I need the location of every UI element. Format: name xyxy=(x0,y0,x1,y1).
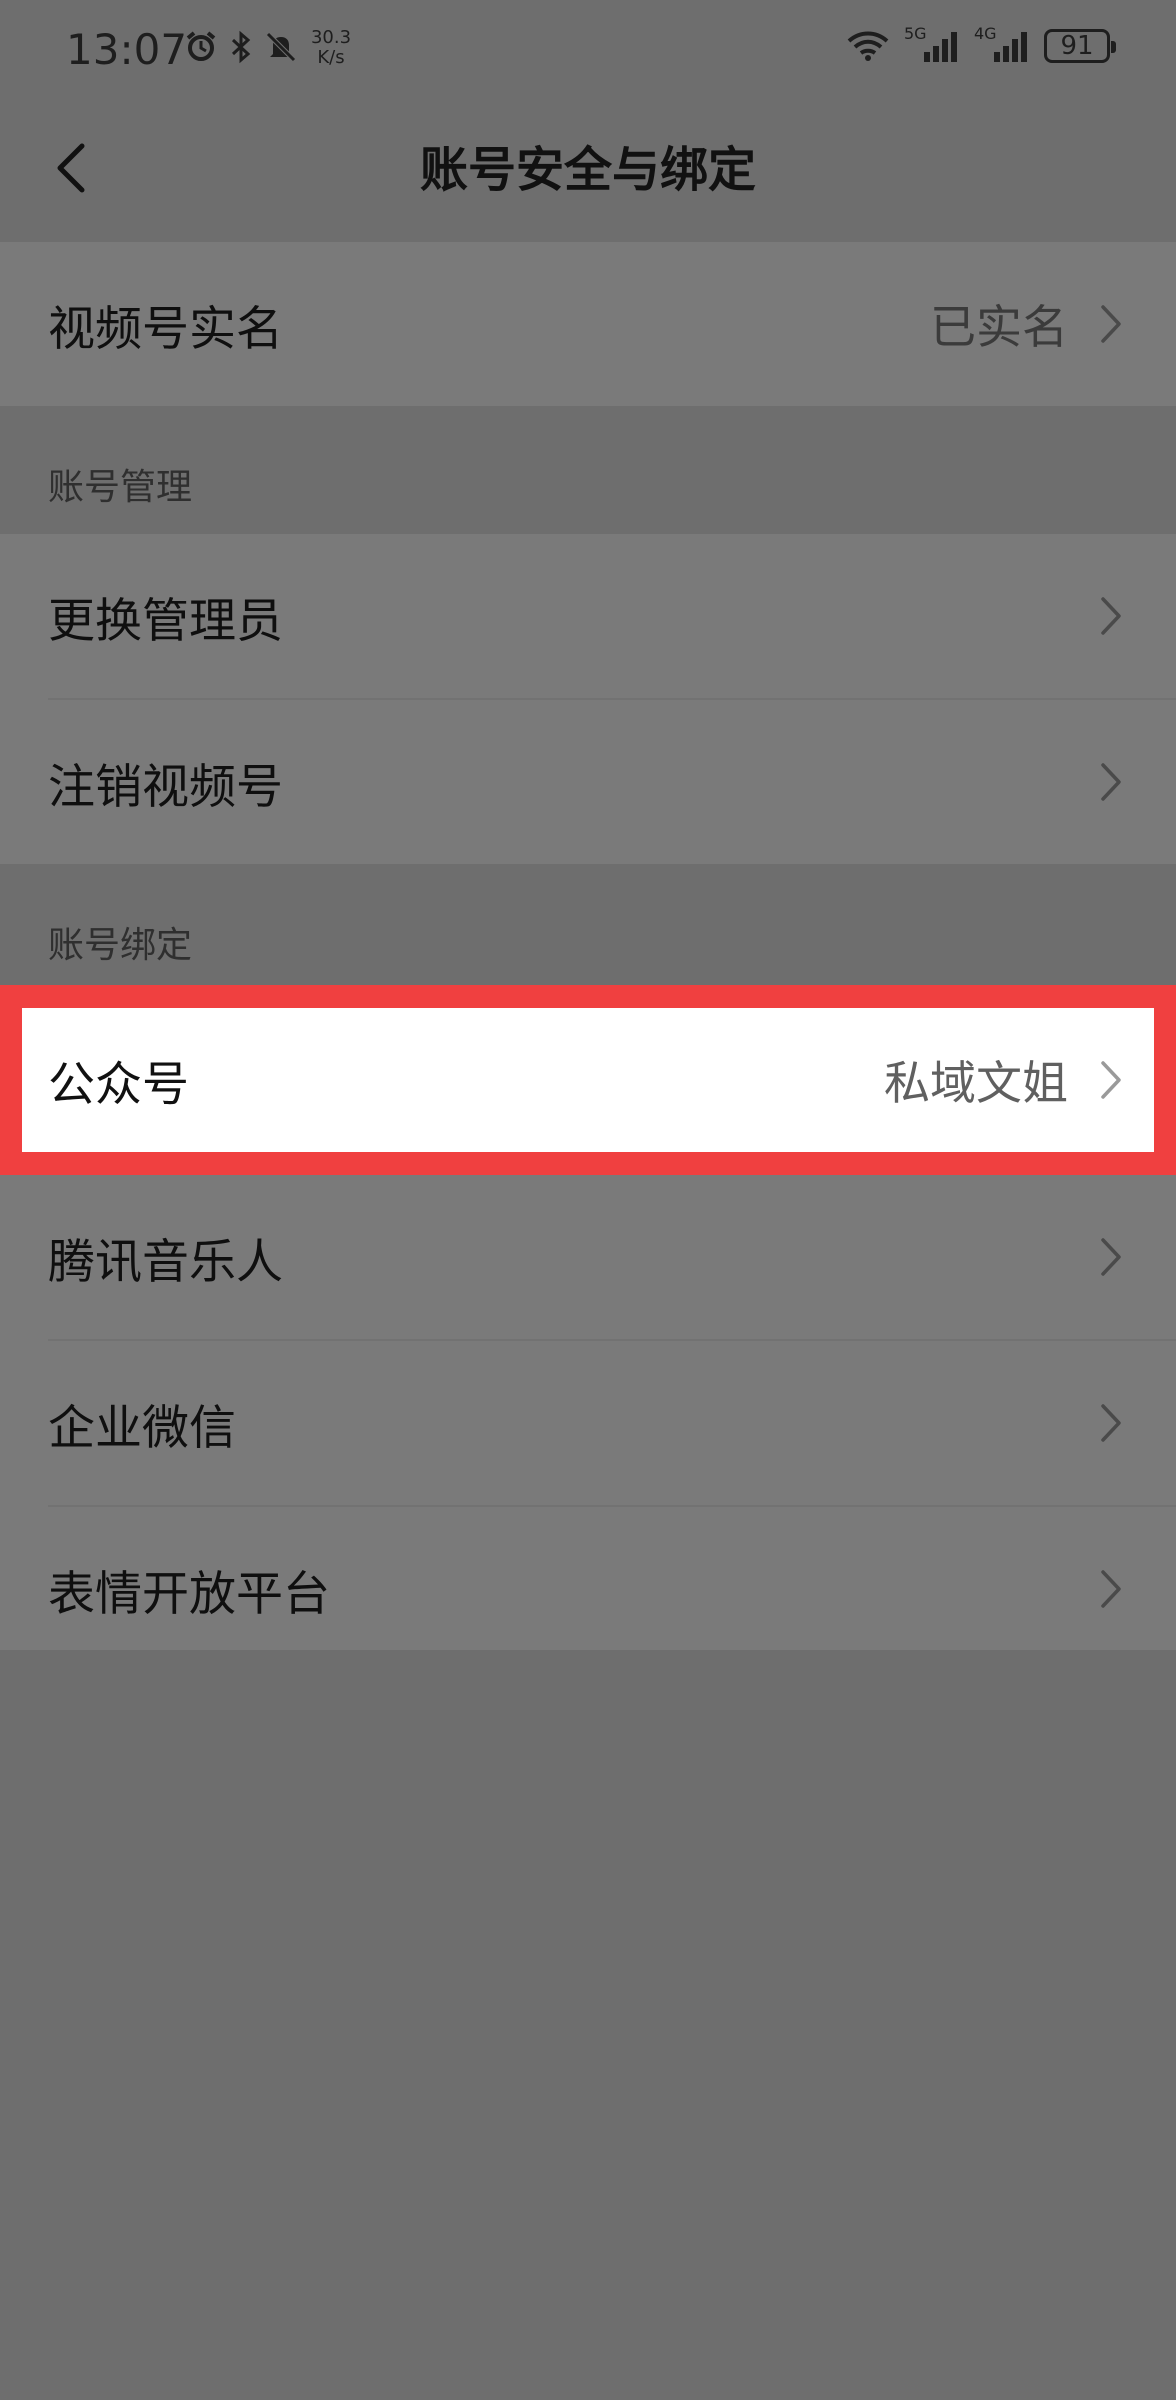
change-admin-label: 更换管理员 xyxy=(48,593,283,649)
realname-card: 视频号实名 已实名 xyxy=(0,242,1176,406)
wifi-icon xyxy=(846,29,890,63)
screen: 13:07 30.3 K/s 5G 4G 91 账号安全与绑定 视频号实名 已实… xyxy=(0,0,1176,2400)
wecom-label: 企业微信 xyxy=(48,1400,236,1456)
chevron-right-icon xyxy=(1096,760,1126,804)
tencent-music-row[interactable]: 腾讯音乐人 xyxy=(0,1175,1176,1339)
official-account-name: 私域文姐 xyxy=(884,1056,1068,1110)
status-left-icons xyxy=(184,30,298,64)
official-account-label: 公众号 xyxy=(48,1057,189,1113)
change-admin-row[interactable]: 更换管理员 xyxy=(0,534,1176,698)
section-header-account-binding: 账号绑定 xyxy=(48,925,193,966)
nav-bar: 账号安全与绑定 xyxy=(0,100,1176,240)
status-time: 13:07 xyxy=(66,25,188,74)
chevron-right-icon xyxy=(1096,1401,1126,1445)
signal-5g-icon: 5G xyxy=(904,24,960,64)
back-arrow-icon xyxy=(50,138,90,202)
network-speed-value: 30.3 xyxy=(310,27,352,48)
official-account-row[interactable]: 公众号 私域文姐 xyxy=(22,1008,1154,1152)
cancel-channel-row[interactable]: 注销视频号 xyxy=(0,700,1176,864)
chevron-right-icon xyxy=(1096,302,1126,346)
sticker-platform-row[interactable]: 表情开放平台 xyxy=(0,1507,1176,1671)
section-header-account-management: 账号管理 xyxy=(48,467,193,508)
realname-label: 视频号实名 xyxy=(48,301,283,357)
chevron-right-icon xyxy=(1096,594,1126,638)
signal-4g-icon: 4G xyxy=(974,24,1030,64)
tencent-music-label: 腾讯音乐人 xyxy=(48,1234,283,1290)
network-speed-unit: K/s xyxy=(317,47,345,68)
wecom-row[interactable]: 企业微信 xyxy=(0,1341,1176,1505)
cancel-channel-label: 注销视频号 xyxy=(48,759,283,815)
account-management-card: 更换管理员 注销视频号 xyxy=(0,534,1176,864)
chevron-right-icon xyxy=(1096,1567,1126,1611)
chevron-right-icon xyxy=(1096,1058,1126,1102)
sticker-platform-label: 表情开放平台 xyxy=(48,1566,330,1622)
alarm-icon xyxy=(184,30,218,64)
back-button[interactable] xyxy=(30,130,110,210)
page-title: 账号安全与绑定 xyxy=(419,142,756,198)
realname-row[interactable]: 视频号实名 已实名 xyxy=(0,242,1176,406)
battery-level: 91 xyxy=(1060,31,1094,61)
realname-status: 已实名 xyxy=(930,300,1068,354)
bluetooth-icon xyxy=(228,30,254,64)
battery-indicator: 91 xyxy=(1044,29,1116,63)
chevron-right-icon xyxy=(1096,1235,1126,1279)
network-speed: 30.3 K/s xyxy=(308,28,354,68)
status-right-icons: 5G 4G 91 xyxy=(846,24,1116,64)
mute-bell-icon xyxy=(264,30,298,64)
status-bar: 13:07 30.3 K/s 5G 4G 91 xyxy=(0,0,1176,100)
